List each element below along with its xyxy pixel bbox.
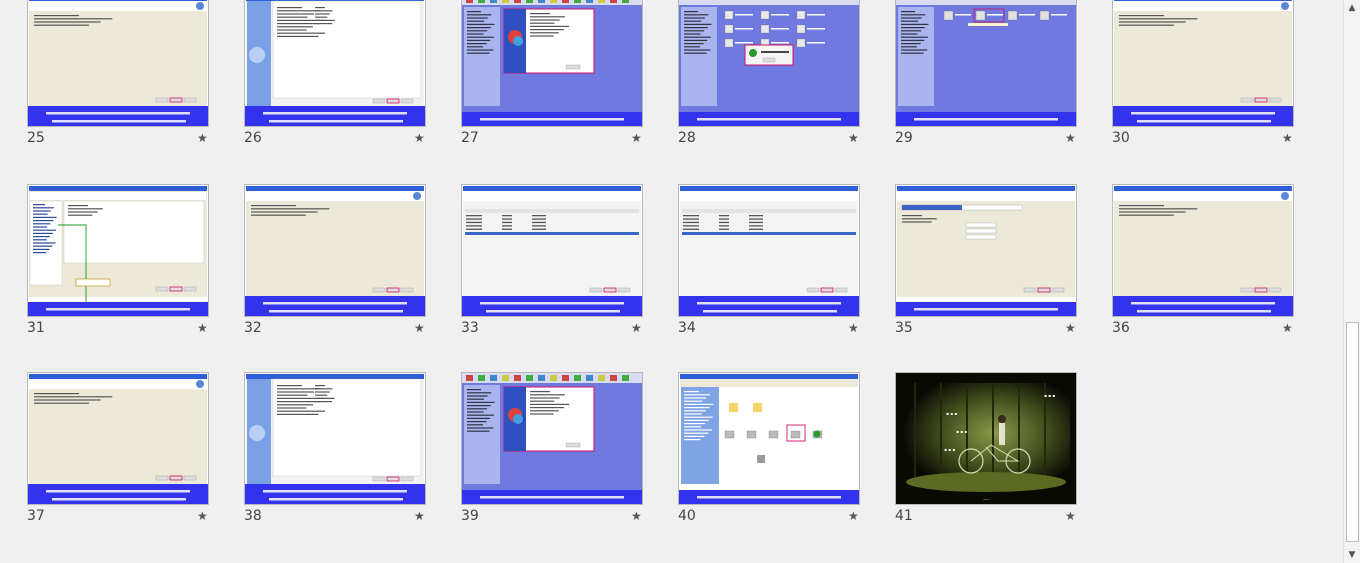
slide-preview[interactable] (678, 0, 860, 127)
slide-preview[interactable] (678, 372, 860, 505)
slide-preview[interactable] (244, 184, 426, 317)
slide-transition-star-icon[interactable]: ★ (1282, 322, 1293, 334)
slide-transition-star-icon[interactable]: ★ (414, 510, 425, 522)
slide-preview[interactable] (461, 0, 643, 127)
slide-transition-star-icon[interactable]: ★ (197, 510, 208, 522)
slide-transition-star-icon[interactable]: ★ (1065, 510, 1076, 522)
slide-transition-star-icon[interactable]: ★ (414, 132, 425, 144)
slide-preview-graphic (462, 0, 642, 126)
slide-preview-graphic (1113, 0, 1293, 126)
slide-preview[interactable] (244, 0, 426, 127)
slide-transition-star-icon[interactable]: ★ (1065, 322, 1076, 334)
slide-preview-graphic (679, 374, 859, 504)
slide-number: 41 (895, 508, 913, 524)
slide-preview[interactable] (1112, 0, 1294, 127)
slide-preview[interactable] (461, 372, 643, 505)
slide-transition-star-icon[interactable]: ★ (848, 510, 859, 522)
slide-preview-graphic (245, 186, 425, 316)
slide-number: 35 (895, 320, 913, 336)
slide-sorter: 25 ★ 26 ★ 27 ★ 28 ★ 29 ★ 30 ★ 31 ★ 32 ★ 33 ★ 34 ★ 35 ★ 36 ★ 37 ★ 3… (0, 0, 1343, 563)
slide-preview-graphic (896, 0, 1076, 126)
slide-preview-graphic (28, 0, 208, 126)
slide-preview[interactable] (27, 372, 209, 505)
slide-transition-star-icon[interactable]: ★ (414, 322, 425, 334)
slide-preview-graphic (679, 186, 859, 316)
slide-preview-graphic (1113, 186, 1293, 316)
photo-caption-line: ... (943, 441, 956, 454)
slide-number: 25 (27, 130, 45, 146)
slide-preview-graphic: ............... (896, 373, 1076, 504)
slide-transition-star-icon[interactable]: ★ (848, 132, 859, 144)
slide-preview[interactable] (27, 184, 209, 317)
slide-transition-star-icon[interactable]: ★ (631, 322, 642, 334)
slide-preview[interactable] (27, 0, 209, 127)
slide-preview[interactable] (895, 184, 1077, 317)
slide-number: 28 (678, 130, 696, 146)
slide-number: 33 (461, 320, 479, 336)
slide-preview[interactable]: ............... (895, 372, 1077, 505)
slide-transition-star-icon[interactable]: ★ (1282, 132, 1293, 144)
slide-number: 30 (1112, 130, 1130, 146)
slide-number: 40 (678, 508, 696, 524)
slide-preview-graphic (245, 374, 425, 504)
scroll-up-icon[interactable]: ▲ (1344, 0, 1360, 16)
slide-transition-star-icon[interactable]: ★ (197, 132, 208, 144)
slide-preview-graphic (462, 186, 642, 316)
slide-preview[interactable] (244, 372, 426, 505)
slide-transition-star-icon[interactable]: ★ (848, 322, 859, 334)
slide-number: 39 (461, 508, 479, 524)
scroll-down-icon[interactable]: ▼ (1344, 547, 1360, 563)
slide-preview[interactable] (1112, 184, 1294, 317)
slide-number: 27 (461, 130, 479, 146)
slide-number: 31 (27, 320, 45, 336)
slide-transition-star-icon[interactable]: ★ (631, 132, 642, 144)
slide-number: 37 (27, 508, 45, 524)
vertical-scrollbar[interactable]: ▲ ▼ (1343, 0, 1360, 563)
slide-transition-star-icon[interactable]: ★ (631, 510, 642, 522)
slide-number: 29 (895, 130, 913, 146)
photo-footer-text: ... (983, 495, 989, 502)
photo-caption-line: ... (945, 405, 958, 418)
photo-caption-line: ... (1043, 387, 1056, 400)
slide-number: 38 (244, 508, 262, 524)
slide-preview[interactable] (461, 184, 643, 317)
slide-preview[interactable] (895, 0, 1077, 127)
slide-preview-graphic (245, 0, 425, 126)
slide-number: 32 (244, 320, 262, 336)
slide-number: 36 (1112, 320, 1130, 336)
slide-preview-graphic (462, 373, 642, 504)
slide-preview-graphic (896, 186, 1076, 316)
slide-preview-graphic (28, 186, 208, 316)
slide-preview[interactable] (678, 184, 860, 317)
slide-transition-star-icon[interactable]: ★ (197, 322, 208, 334)
slide-preview-graphic (679, 0, 859, 126)
slide-number: 26 (244, 130, 262, 146)
slide-transition-star-icon[interactable]: ★ (1065, 132, 1076, 144)
photo-caption-line: ... (955, 423, 968, 436)
scroll-thumb[interactable] (1346, 322, 1359, 542)
slide-preview-graphic (28, 374, 208, 504)
slide-number: 34 (678, 320, 696, 336)
